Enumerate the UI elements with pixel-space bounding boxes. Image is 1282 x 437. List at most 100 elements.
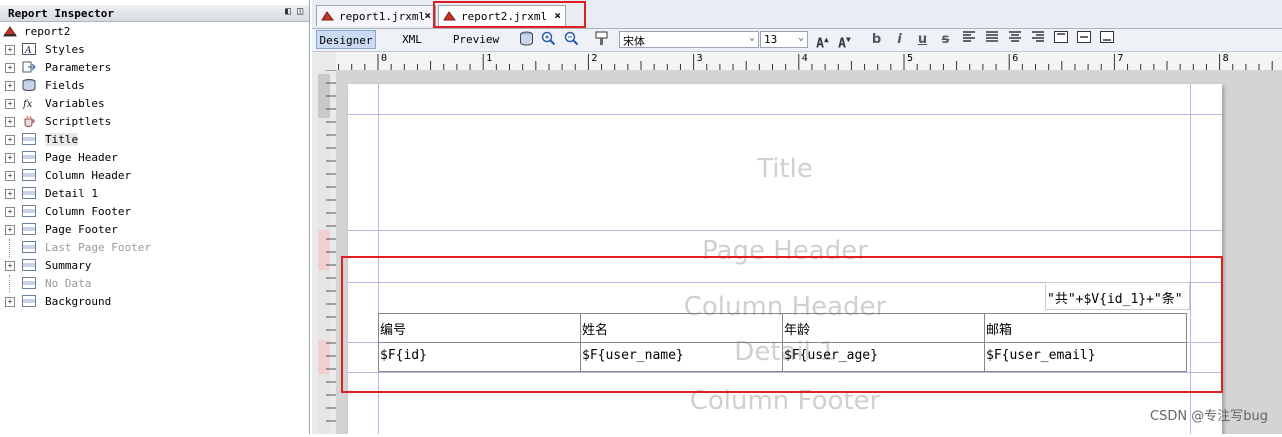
- align-middle-icon[interactable]: [1075, 31, 1092, 48]
- expand-icon[interactable]: +: [5, 225, 15, 235]
- expand-icon[interactable]: +: [5, 135, 15, 145]
- tree-item-column-footer[interactable]: + Column Footer: [0, 203, 300, 221]
- expand-icon[interactable]: +: [5, 189, 15, 199]
- tree-item-summary[interactable]: + Summary: [0, 257, 300, 275]
- font-size-select[interactable]: 13 ⌄: [760, 31, 808, 48]
- svg-text:A: A: [24, 46, 32, 55]
- field-cell-age[interactable]: $F{user_age}: [782, 342, 985, 372]
- tab-report2[interactable]: report2.jrxml ×: [438, 5, 566, 26]
- header-cell-age[interactable]: 年龄: [782, 313, 985, 343]
- tree-item-title[interactable]: + Title: [0, 131, 300, 149]
- tree-item-fields[interactable]: + Fields: [0, 77, 300, 95]
- expand-icon[interactable]: +: [5, 63, 15, 73]
- band-icon: [22, 295, 36, 307]
- ruler-label: 2: [591, 53, 597, 64]
- tree-item-page-header[interactable]: + Page Header: [0, 149, 300, 167]
- variables-icon: fx: [22, 99, 33, 109]
- tree-item-label: Styles: [45, 43, 85, 56]
- align-left-icon[interactable]: [960, 31, 977, 48]
- tree-item-page-footer[interactable]: + Page Footer: [0, 221, 300, 239]
- tree-item-no-data[interactable]: No Data: [0, 275, 300, 293]
- tree-root-label: report2: [24, 25, 71, 38]
- tree-item-parameters[interactable]: + Parameters: [0, 59, 300, 77]
- header-cell-id[interactable]: 编号: [378, 313, 581, 343]
- font-name-select[interactable]: 宋体 ⌄: [619, 31, 759, 48]
- database-icon[interactable]: [518, 31, 535, 48]
- field-cell-name[interactable]: $F{user_name}: [580, 342, 783, 372]
- band-icon: [22, 151, 36, 163]
- expand-icon[interactable]: +: [5, 261, 15, 271]
- column-footer-band[interactable]: Column Footer: [348, 386, 1222, 416]
- preview-view-button[interactable]: Preview: [448, 30, 504, 49]
- band-icon: [22, 187, 36, 199]
- align-center-icon[interactable]: [1006, 31, 1023, 48]
- bold-icon[interactable]: b: [868, 31, 885, 48]
- expand-icon[interactable]: +: [5, 117, 15, 127]
- inspector-header: Report Inspector ◧ ◫: [0, 5, 309, 22]
- page-header-band[interactable]: Page Header: [348, 236, 1222, 266]
- report-file-icon: [443, 11, 456, 21]
- align-bottom-icon[interactable]: [1098, 31, 1115, 48]
- band-icon: [22, 205, 36, 217]
- italic-icon[interactable]: i: [891, 31, 908, 48]
- chevron-down-icon: ⌄: [748, 32, 755, 43]
- tree-item-label: Column Header: [45, 169, 132, 182]
- tree-item-label: Column Footer: [45, 205, 132, 218]
- expand-icon[interactable]: +: [5, 99, 15, 109]
- increase-font-icon[interactable]: A▲: [814, 31, 831, 51]
- band-icon: [22, 241, 36, 253]
- tree-item-label: Page Footer: [45, 223, 118, 236]
- tree-item-styles[interactable]: + A Styles: [0, 41, 300, 59]
- tree-item-column-header[interactable]: + Column Header: [0, 167, 300, 185]
- expand-icon[interactable]: +: [5, 45, 15, 55]
- tree-item-last-page-footer[interactable]: Last Page Footer: [0, 239, 300, 257]
- tree-item-label: Parameters: [45, 61, 112, 74]
- align-right-icon[interactable]: [1029, 31, 1046, 48]
- format-painter-icon[interactable]: [593, 31, 610, 48]
- decrease-font-icon[interactable]: A▼: [836, 31, 853, 51]
- vertical-ruler: [312, 69, 336, 434]
- header-cell-email[interactable]: 邮箱: [984, 313, 1187, 343]
- xml-view-button[interactable]: XML: [390, 30, 434, 49]
- field-cell-email[interactable]: $F{user_email}: [984, 342, 1187, 372]
- tree-item-variables[interactable]: + fx Variables: [0, 95, 300, 113]
- expand-icon[interactable]: +: [5, 207, 15, 217]
- title-band[interactable]: Title: [348, 154, 1222, 184]
- underline-icon[interactable]: u: [914, 31, 931, 48]
- align-top-icon[interactable]: [1052, 31, 1069, 48]
- tab-report2-close-icon[interactable]: ×: [554, 9, 561, 22]
- tree-item-background[interactable]: + Background: [0, 293, 300, 311]
- design-canvas[interactable]: Title Page Header Column Header Detail 1…: [336, 70, 1282, 434]
- report-page[interactable]: Title Page Header Column Header Detail 1…: [348, 84, 1222, 434]
- svg-text:fx: fx: [22, 99, 33, 109]
- align-justify-icon[interactable]: [983, 31, 1000, 48]
- tree-root[interactable]: report2: [0, 23, 300, 41]
- parameters-icon: [22, 61, 36, 73]
- tree-item-detail-1[interactable]: + Detail 1: [0, 185, 300, 203]
- expand-icon[interactable]: +: [5, 81, 15, 91]
- count-text-field[interactable]: "共"+$V{id_1}+"条": [1045, 282, 1190, 310]
- tree-connector: [9, 239, 10, 257]
- ruler-label: 0: [381, 53, 387, 64]
- ruler-label: 3: [697, 53, 703, 64]
- report-inspector-panel: Report Inspector ◧ ◫ report2 + A Styles + Pa…: [0, 0, 310, 434]
- panel-controls-icon[interactable]: ◧ ◫: [285, 6, 303, 17]
- designer-view-button[interactable]: Designer: [316, 30, 376, 49]
- field-cell-id[interactable]: $F{id}: [378, 342, 581, 372]
- expand-icon[interactable]: +: [5, 153, 15, 163]
- tab-report1[interactable]: report1.jrxml ×: [316, 5, 436, 26]
- tab-report1-close-icon[interactable]: ×: [424, 9, 431, 22]
- tree-item-label: No Data: [45, 277, 92, 290]
- chevron-down-icon: ⌄: [797, 32, 804, 43]
- fields-icon: [22, 79, 36, 91]
- expand-icon[interactable]: +: [5, 297, 15, 307]
- expand-icon[interactable]: +: [5, 171, 15, 181]
- strikethrough-icon[interactable]: s: [937, 31, 954, 48]
- header-cell-name[interactable]: 姓名: [580, 313, 783, 343]
- tree-item-label: Detail 1: [45, 187, 98, 200]
- tree-item-scriptlets[interactable]: + Scriptlets: [0, 113, 300, 131]
- ruler-label: 6: [1012, 53, 1018, 64]
- zoom-in-icon[interactable]: [540, 31, 557, 48]
- zoom-out-icon[interactable]: [563, 31, 580, 48]
- tree-item-label: Scriptlets: [45, 115, 112, 128]
